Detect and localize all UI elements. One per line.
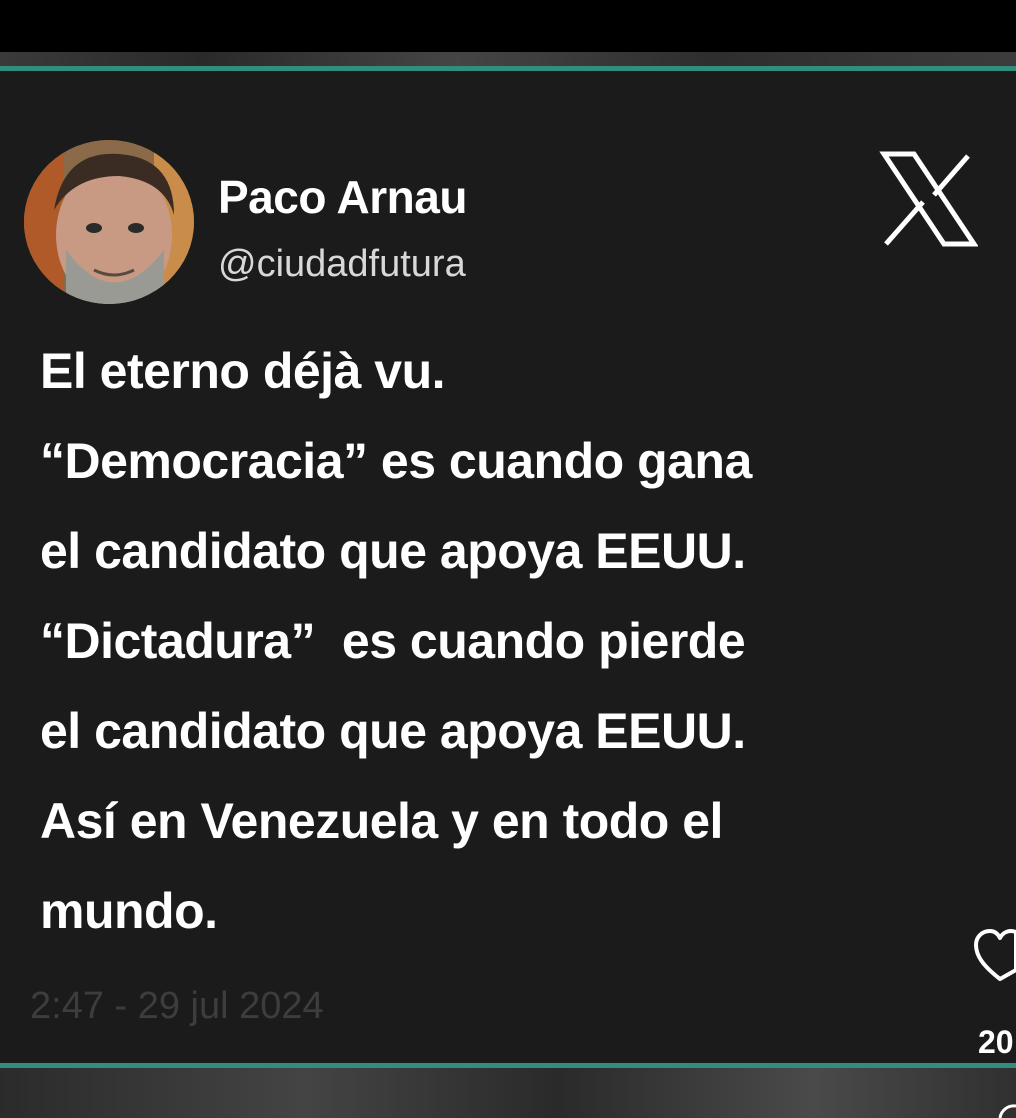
tweet-text-line: el candidato que apoya EEUU. [40,523,746,579]
tweet-text-line: mundo. [40,883,218,939]
tweet-timestamp: 2:47 - 29 jul 2024 [30,985,324,1027]
heart-icon[interactable] [972,925,1016,985]
tweet-text-line: El eterno déjà vu. [40,343,446,399]
tweet-text-line: “Democracia” es cuando gana [40,433,752,489]
top-black-bar [0,0,1016,52]
background-texture-top [0,52,1016,66]
tweet-text-line: “Dictadura” es cuando pierde [40,613,746,669]
x-logo-icon [878,150,979,250]
tweet-text: El eterno déjà vu. “Democracia” es cuand… [40,326,1000,956]
screenshot-frame: Paco Arnau @ciudadfutura El eterno déjà … [0,0,1016,1118]
overlay-icon[interactable] [996,1104,1016,1118]
avatar[interactable] [24,140,194,304]
background-texture-bottom [0,1068,1016,1118]
tweet-text-line: Así en Venezuela y en todo el [40,793,723,849]
author-name[interactable]: Paco Arnau [218,170,467,224]
tweet-text-line: el candidato que apoya EEUU. [40,703,746,759]
author-handle[interactable]: @ciudadfutura [218,243,466,286]
like-count: 20 [978,1024,1014,1060]
